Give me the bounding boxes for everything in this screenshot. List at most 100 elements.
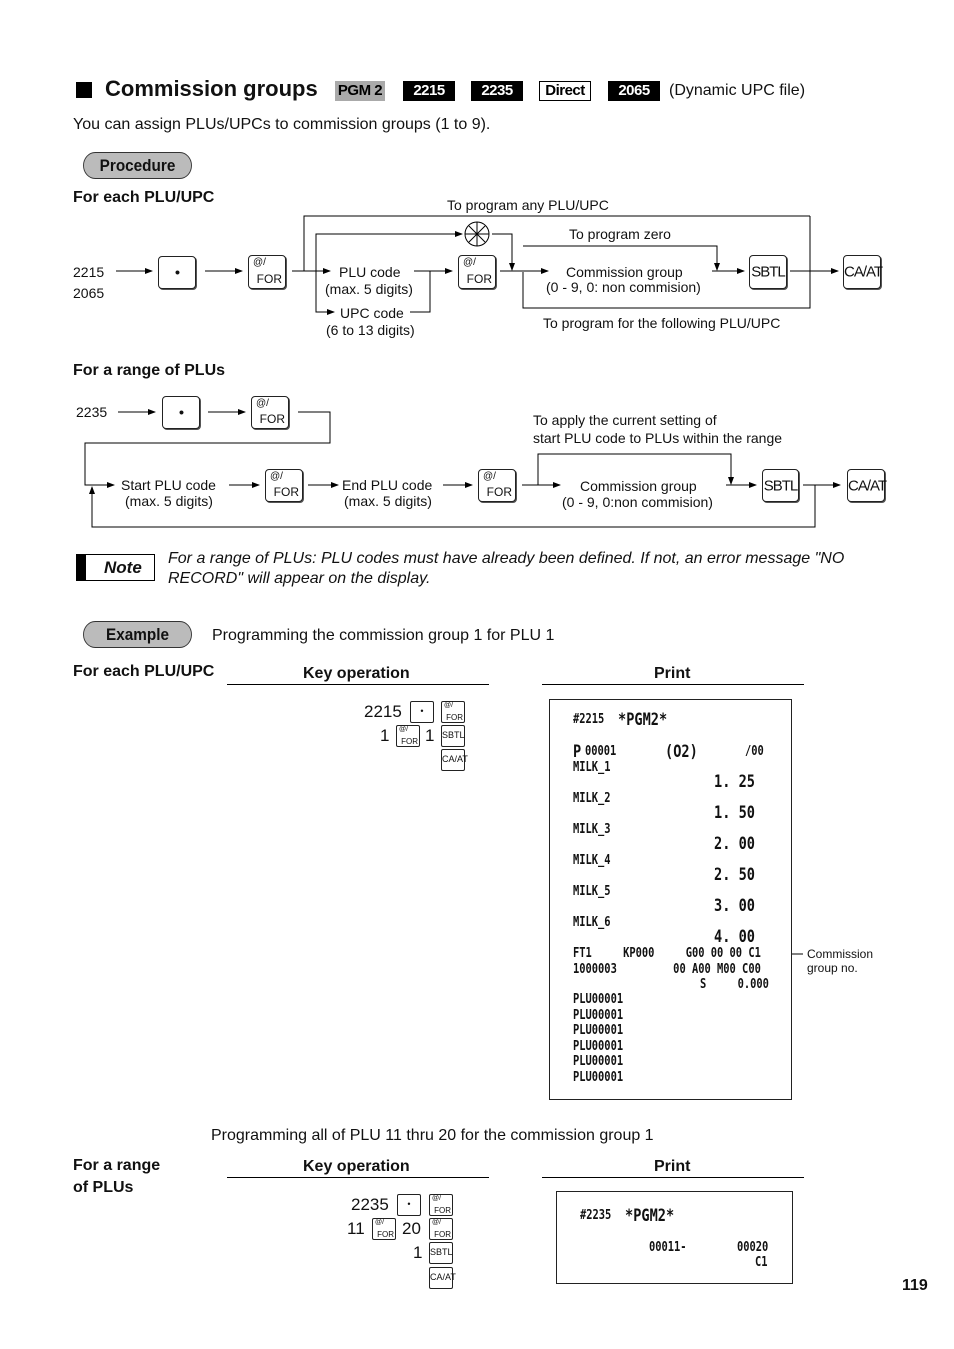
receipt-item-price: 4. 00	[714, 927, 755, 947]
for-label: FOR	[259, 412, 285, 426]
at-label: @/	[375, 1219, 385, 1226]
receipt-plu-line: PLU00001	[573, 1023, 624, 1038]
example-each-heading: For each PLU/UPC	[73, 663, 215, 680]
dot-key: •	[158, 256, 196, 289]
dot-key-small: •	[397, 1194, 421, 1216]
start-plu-label: Start PLU code	[121, 477, 216, 493]
for-key: @/ FOR	[248, 255, 286, 289]
op-start-11: 11	[347, 1219, 365, 1238]
print-header: Print	[654, 1158, 691, 1175]
receipt-plu-line: PLU00001	[573, 992, 624, 1007]
caat-label: CA/AT	[430, 1272, 456, 1282]
for-label: FOR	[434, 1230, 451, 1239]
for-label: FOR	[256, 272, 282, 286]
receipt-plu-line: PLU00001	[573, 1069, 624, 1085]
caat-label: CA/AT	[848, 477, 887, 494]
at-label: @/	[444, 702, 454, 709]
at-label: @/	[399, 726, 409, 733]
comm-range-label: (0 - 9, 0: non commision)	[546, 279, 701, 295]
for-key: @/ FOR	[458, 255, 496, 289]
for-label: FOR	[401, 737, 418, 746]
receipt-item-name: MILK_6	[573, 915, 611, 930]
receipt-item-price: 1. 25	[714, 772, 755, 792]
caat-label: CA/AT	[844, 263, 883, 281]
each-heading: For each PLU/UPC	[73, 189, 215, 206]
dot-key-label: •	[420, 706, 424, 716]
sbtl-key-small: SBTL	[429, 1242, 453, 1264]
dot-key-label: •	[407, 1199, 411, 1209]
divider	[227, 1177, 489, 1178]
for-key: @/ FOR	[265, 469, 303, 502]
range-example-heading-2: of PLUs	[73, 1179, 134, 1196]
caat-key: CA/AT	[843, 255, 883, 289]
receipt-pgm: *PGM2*	[618, 710, 668, 730]
apply-label-2: start PLU code to PLUs within the range	[533, 430, 783, 446]
dot-key-label: •	[178, 404, 184, 421]
for-label: FOR	[466, 272, 492, 286]
apply-label-1: To apply the current setting of	[533, 412, 717, 428]
plu-code-label: PLU code	[339, 264, 401, 280]
procedure-label: Procedure	[83, 152, 192, 179]
receipt-plu-line: PLU00001	[573, 1038, 624, 1054]
receipt-item-price: 2. 00	[714, 834, 755, 854]
receipt-item-price: 1. 50	[714, 803, 755, 823]
end-plu-label: End PLU code	[342, 477, 433, 493]
loop-zero-label: To program zero	[569, 226, 671, 242]
receipt-line-3: S 0.000	[700, 977, 769, 992]
receipt-item-name: MILK_3	[573, 822, 611, 837]
receipt-title: #2215	[573, 712, 605, 727]
op-end-20: 20	[402, 1219, 421, 1238]
caat-key: CA/AT	[847, 469, 887, 502]
receipt-2: #2235 *PGM2* 00011- 00020 C1	[556, 1191, 793, 1284]
for-label: FOR	[486, 485, 512, 499]
example-desc: Programming the commission group 1 for P…	[212, 627, 555, 644]
sbtl-label: SBTL	[442, 730, 465, 740]
receipt-1: #2215 *PGM2* P 00001 (O2) /00 MILK_1 1. 2…	[549, 699, 792, 1100]
comm-group-label: Commission group	[566, 264, 683, 280]
divider	[227, 684, 489, 685]
caat-key-small: CA/AT	[441, 749, 468, 771]
range-heading: For a range of PLUs	[73, 362, 226, 379]
op-2235: 2235	[351, 1195, 389, 1214]
for-key-small: @/ FOR	[372, 1218, 396, 1240]
print-header: Print	[654, 665, 691, 682]
badge-2235: 2235	[471, 81, 523, 101]
key-op-header: Key operation	[303, 665, 410, 682]
plu-digits-label: (max. 5 digits)	[325, 281, 413, 297]
note-text-1: For a range of PLUs: PLU codes must have…	[168, 550, 845, 567]
at-label: @/	[463, 257, 476, 268]
for-key: @/ FOR	[251, 396, 289, 429]
at-label: @/	[432, 1195, 442, 1202]
note-label: Note	[104, 558, 142, 577]
page-title: Commission groups	[105, 76, 318, 101]
at-label: @/	[253, 257, 266, 268]
receipt-item-price: 3. 00	[714, 896, 755, 916]
receipt-line-2: 1000003 00 A00 M00 C00	[573, 962, 761, 977]
dot-key-small: •	[410, 701, 434, 723]
key-op-header: Key operation	[303, 1158, 410, 1175]
receipt-title: #2235	[580, 1208, 612, 1223]
for-label: FOR	[377, 1230, 394, 1239]
upc-digits-label: (6 to 13 digits)	[326, 322, 415, 338]
at-label: @/	[432, 1219, 442, 1226]
sbtl-key: SBTL	[762, 469, 799, 502]
sbtl-label: SBTL	[763, 477, 799, 494]
op-group-1: 1	[413, 1243, 423, 1262]
note-box: Note	[76, 554, 155, 581]
comm-range-label: (0 - 9, 0:non commision)	[562, 494, 713, 510]
for-key-small: @/ FOR	[429, 1194, 453, 1216]
caat-label: CA/AT	[442, 754, 468, 764]
receipt-slash: /00	[745, 744, 764, 759]
receipt-line-ft1: FT1 KP000 G00 00 00 C1	[573, 946, 761, 961]
sbtl-key: SBTL	[749, 255, 787, 289]
badge-pgm2: PGM 2	[335, 81, 385, 101]
upc-code-label: UPC code	[340, 305, 404, 321]
at-label: @/	[256, 398, 269, 409]
range-example-heading-1: For a range	[73, 1157, 161, 1174]
badge-direct: Direct	[539, 81, 591, 101]
code-2235: 2235	[76, 404, 108, 420]
receipt-group: C1	[755, 1255, 768, 1270]
example-label: Example	[83, 621, 192, 648]
receipt-item-price: 2. 50	[714, 865, 755, 885]
callout-label-1: Commission	[807, 947, 874, 961]
